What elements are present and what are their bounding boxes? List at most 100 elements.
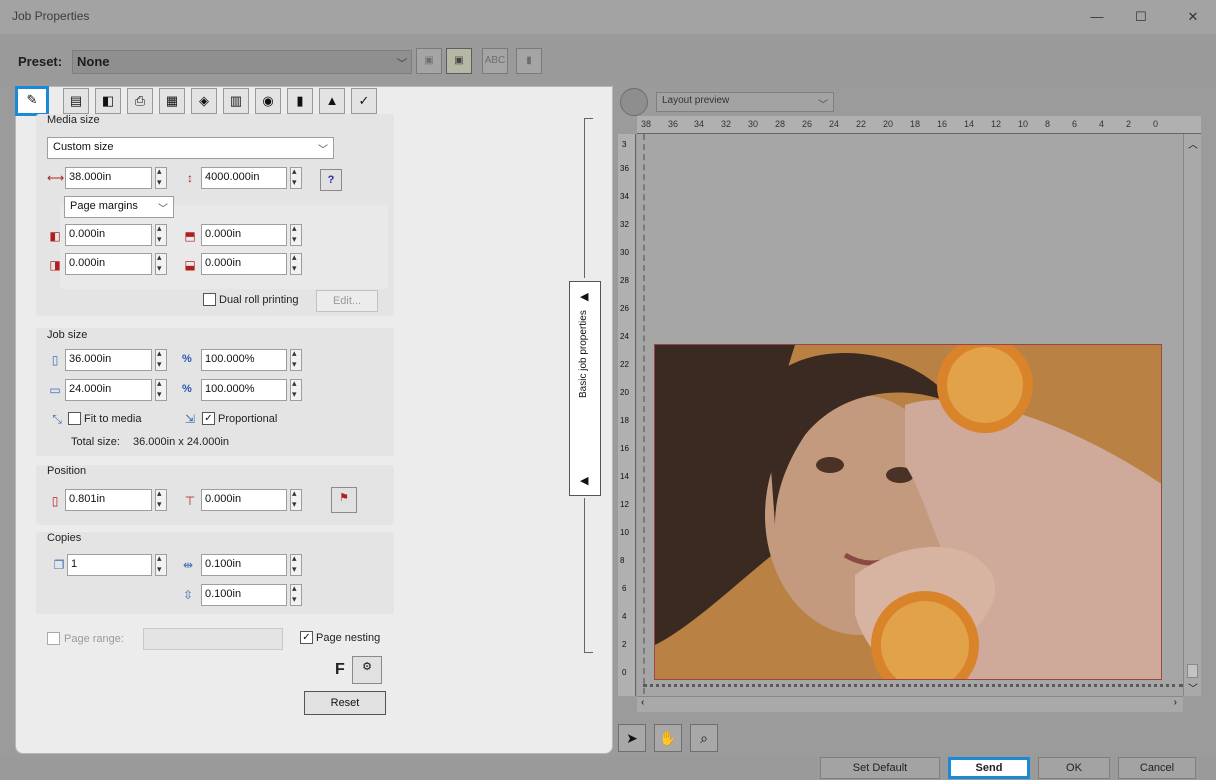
media-height-stepper[interactable] <box>290 166 302 189</box>
nesting-options-button[interactable]: ⚙ <box>352 656 382 684</box>
job-height-stepper[interactable] <box>155 378 167 401</box>
maximize-icon[interactable]: ☐ <box>1126 6 1156 28</box>
margin-right-stepper[interactable] <box>155 252 167 275</box>
chevron-right-icon[interactable]: › <box>1174 697 1177 708</box>
media-width-input[interactable]: 38.000in <box>65 167 152 189</box>
basic-job-properties-toggle[interactable]: ◀ Basic job properties ◀ <box>569 281 601 496</box>
copies-stepper[interactable] <box>155 553 167 576</box>
margin-left-input[interactable]: 0.000in <box>65 224 152 246</box>
close-icon[interactable]: ✕ <box>1178 6 1208 28</box>
page-range-input[interactable] <box>143 628 283 650</box>
ruler-top: 38 36 34 32 30 28 26 24 22 20 18 16 14 1… <box>637 116 1201 134</box>
page-nesting-label: Page nesting <box>316 632 381 644</box>
page-range-checkbox[interactable] <box>47 632 60 645</box>
ruler-left-tick: 16 <box>620 444 629 453</box>
save-as-preset-icon[interactable]: ▣ <box>446 48 472 74</box>
media-width-icon: ⟷ <box>47 171 65 185</box>
media-width-stepper[interactable] <box>155 166 167 189</box>
ruler-left-tick: 2 <box>622 640 627 649</box>
job-width-stepper[interactable] <box>155 348 167 371</box>
position-anchor-button[interactable]: ⚑ <box>331 487 357 513</box>
reset-button[interactable]: Reset <box>304 691 386 715</box>
job-image-preview[interactable] <box>654 344 1162 680</box>
tab-layout[interactable]: ✎ <box>15 86 49 116</box>
zoom-tool-icon[interactable]: ⌕ <box>690 724 718 752</box>
edit-dual-roll-button[interactable]: Edit... <box>316 290 378 312</box>
delete-preset-icon[interactable]: ▮ <box>516 48 542 74</box>
chevron-down-icon: ﹀ <box>318 145 328 156</box>
position-x-icon: ▯ <box>51 494 59 508</box>
collapse-left-icon[interactable]: ◀ <box>580 290 588 303</box>
position-y-stepper[interactable] <box>290 488 302 511</box>
pan-tool-icon[interactable]: ✋ <box>654 724 682 752</box>
margin-bottom-input[interactable]: 0.000in <box>201 253 287 275</box>
job-width-percent-stepper[interactable] <box>290 348 302 371</box>
collapse-left-icon-bottom[interactable]: ◀ <box>580 474 588 487</box>
chevron-down-icon[interactable]: ﹀ <box>1188 680 1198 695</box>
ruler-left-tick: 30 <box>620 248 629 257</box>
copies-input[interactable]: 1 <box>67 554 152 576</box>
tab-profiles[interactable]: ✓ <box>351 88 377 114</box>
horizontal-gap-stepper[interactable] <box>290 553 302 576</box>
tab-tiling[interactable]: ▦ <box>159 88 185 114</box>
ruler-top-tick: 28 <box>775 119 786 129</box>
job-height-input[interactable]: 24.000in <box>65 379 152 401</box>
ok-button[interactable]: OK <box>1038 757 1110 779</box>
save-preset-icon[interactable]: ▣ <box>416 48 442 74</box>
ruler-top-tick: 18 <box>910 119 921 129</box>
cancel-button[interactable]: Cancel <box>1118 757 1196 779</box>
send-button[interactable]: Send <box>948 757 1030 779</box>
vertical-scroll-thumb[interactable] <box>1187 664 1198 678</box>
job-height-percent-input[interactable]: 100.000% <box>201 379 287 401</box>
media-size-lookup-button[interactable]: ? <box>320 169 342 191</box>
tab-marks[interactable]: ◈ <box>191 88 217 114</box>
tab-media[interactable]: ▤ <box>63 88 89 114</box>
ruler-top-tick: 10 <box>1018 119 1029 129</box>
margin-right-input[interactable]: 0.000in <box>65 253 152 275</box>
preview-mode-select[interactable]: Layout preview ﹀ <box>656 92 834 112</box>
position-x-stepper[interactable] <box>155 488 167 511</box>
tab-printer[interactable]: ⎙ <box>127 88 153 114</box>
chevron-up-icon[interactable]: ︿ <box>1188 136 1198 151</box>
fit-to-media-checkbox[interactable] <box>68 412 81 425</box>
position-x-input[interactable]: 0.801in <box>65 489 152 511</box>
ruler-top-tick: 34 <box>694 119 705 129</box>
tab-ink[interactable]: ▮ <box>287 88 313 114</box>
job-width-icon: ▯ <box>51 353 59 367</box>
pointer-tool-icon[interactable]: ➤ <box>618 724 646 752</box>
media-size-select[interactable]: Custom size ﹀ <box>47 137 334 159</box>
job-width-percent-input[interactable]: 100.000% <box>201 349 287 371</box>
tab-page[interactable]: ◧ <box>95 88 121 114</box>
job-height-percent-stepper[interactable] <box>290 378 302 401</box>
set-default-button[interactable]: Set Default <box>820 757 940 779</box>
portrait-photo <box>655 345 1161 679</box>
side-bracket-bottom <box>584 498 593 653</box>
vertical-gap-stepper[interactable] <box>290 583 302 606</box>
vertical-gap-input[interactable]: 0.100in <box>201 584 287 606</box>
margin-left-stepper[interactable] <box>155 223 167 246</box>
margin-top-stepper[interactable] <box>290 223 302 246</box>
tab-finishing[interactable]: ▲ <box>319 88 345 114</box>
minimize-icon[interactable]: — <box>1082 6 1112 28</box>
margin-top-input[interactable]: 0.000in <box>201 224 287 246</box>
chevron-left-icon[interactable]: ‹ <box>641 697 644 708</box>
dual-roll-checkbox[interactable] <box>203 293 216 306</box>
media-height-input[interactable]: 4000.000in <box>201 167 287 189</box>
horizontal-scrollbar[interactable]: ‹ › <box>637 696 1183 712</box>
preset-select[interactable]: None ﹀ <box>72 50 412 74</box>
position-y-input[interactable]: 0.000in <box>201 489 287 511</box>
page-nesting-checkbox[interactable]: ✓ <box>300 631 313 644</box>
page-margins-select[interactable]: Page margins ﹀ <box>64 196 174 218</box>
margin-bottom-stepper[interactable] <box>290 252 302 275</box>
ruler-left-tick: 32 <box>620 220 629 229</box>
proportional-checkbox[interactable]: ✓ <box>202 412 215 425</box>
property-tabs: ✎ ▤ ◧ ⎙ ▦ ◈ ▥ ◉ ▮ ▲ ✓ <box>15 86 455 116</box>
tab-color[interactable]: ▥ <box>223 88 249 114</box>
refresh-preview-icon[interactable] <box>620 88 648 116</box>
ruler-top-tick: 20 <box>883 119 894 129</box>
job-width-input[interactable]: 36.000in <box>65 349 152 371</box>
horizontal-gap-input[interactable]: 0.100in <box>201 554 287 576</box>
rename-preset-icon[interactable]: ABC <box>482 48 508 74</box>
tab-layers[interactable]: ◉ <box>255 88 281 114</box>
vertical-scrollbar[interactable]: ︿ ﹀ <box>1183 134 1201 696</box>
